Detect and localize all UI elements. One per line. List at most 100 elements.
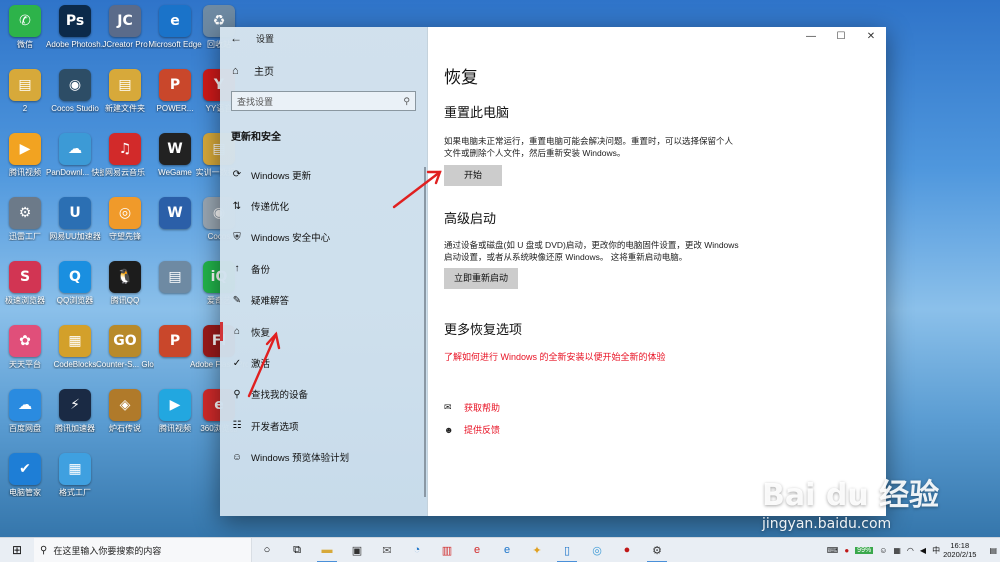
network-icon[interactable]: ▦ [893, 546, 901, 555]
desktop-app-icon: ▦ [59, 325, 91, 357]
sidebar-item-icon: ☷ [232, 420, 242, 432]
mail-icon[interactable]: ✉ [372, 538, 402, 562]
desktop-app-icon: U [59, 197, 91, 229]
sidebar-scrollbar[interactable] [424, 167, 426, 497]
desktop-icon[interactable]: ▦ 格式工厂 [46, 453, 104, 517]
settings-search-input[interactable]: 查找设置 ⚲ [231, 91, 416, 111]
task-view-icon[interactable]: ⧉ [282, 538, 312, 562]
file-explorer-icon[interactable]: ▬ [312, 538, 342, 562]
desktop-app-icon: JC [109, 5, 141, 37]
wifi-icon[interactable]: ◠ [907, 546, 914, 555]
desktop-app-icon: ▤ [159, 261, 191, 293]
desktop-app-icon: ◉ [59, 69, 91, 101]
desktop-app-icon: ◈ [109, 389, 141, 421]
desktop-app-icon: Q [59, 261, 91, 293]
sidebar-item-label: Windows 更新 [251, 170, 312, 182]
sidebar-item[interactable]: ☷ 开发者选项 [220, 410, 427, 441]
watermark-url: jingyan.baidu.com [762, 516, 892, 532]
sidebar-item-icon: ↑ [234, 263, 240, 275]
clock-date: 2020/2/15 [943, 550, 977, 559]
desktop-app-icon: ✿ [9, 325, 41, 357]
app-red-icon[interactable]: ▥ [432, 538, 462, 562]
system-tray: ⌨ ● 99% ☺ ▦ ◠ ◀ 中 16:18 2020/2/15 ▤ [824, 541, 1000, 559]
sidebar-item[interactable]: ↑ 备份 [220, 253, 427, 284]
keyboard-icon[interactable]: ⌨ [827, 546, 839, 555]
sidebar-item-icon: ⛨ [233, 231, 241, 243]
sidebar-item[interactable]: ⛨ Windows 安全中心 [220, 222, 427, 253]
windows-start-icon[interactable]: ⊞ [0, 543, 34, 557]
get-help-link[interactable]: ✉ 获取帮助 [444, 401, 886, 414]
advanced-startup-heading: 高级启动 [444, 211, 497, 226]
settings-gear-icon[interactable]: ⚙ [642, 538, 672, 562]
settings-sidebar: ← 设置 ⌂ 主页 查找设置 ⚲ 更新和安全 ⟳ Windows 更新 ⇅ 传递优化 ⛨… [220, 27, 428, 516]
desktop-app-icon: S [9, 261, 41, 293]
edge-icon[interactable]: e [492, 538, 522, 562]
sidebar-home[interactable]: ⌂ 主页 [220, 49, 427, 79]
sidebar-item-icon: ☺ [231, 451, 243, 463]
reset-heading: 重置此电脑 [444, 105, 510, 120]
desktop-app-icon: Ps [59, 5, 91, 37]
sidebar-item-label: 开发者选项 [251, 421, 299, 433]
sidebar-item[interactable]: ✓ 激活 [220, 347, 427, 378]
sidebar-item[interactable]: ✎ 疑难解答 [220, 285, 427, 316]
sidebar-item[interactable]: ⌂ 恢复 [220, 316, 427, 347]
clean-install-link[interactable]: 了解如何进行 Windows 的全新安装以便开始全新的体验 [444, 350, 886, 363]
baidu-watermark: Bai du 经验 jingyan.baidu.com [762, 470, 982, 532]
sidebar-item-icon: ⇅ [232, 200, 242, 212]
sidebar-item[interactable]: ⇅ 传递优化 [220, 190, 427, 221]
sidebar-nav: ⟳ Windows 更新 ⇅ 传递优化 ⛨ Windows 安全中心 ↑ 备份 ✎ 疑难解答 ⌂ 恢复… [220, 159, 427, 473]
settings-content: — ☐ ✕ 恢复 重置此电脑 如果电脑未正常运行，重置电脑可能会解决问题。重置时… [428, 27, 886, 516]
sidebar-item-label: 查找我的设备 [251, 390, 309, 402]
cortana-icon[interactable]: ○ [252, 538, 282, 562]
chat-help-icon: ✉ [444, 402, 452, 412]
desktop-icon-label: 格式工厂 [59, 488, 91, 497]
minimize-icon[interactable]: — [796, 27, 826, 47]
taskbar: ⊞ ⚲ 在这里输入你要搜索的内容 ○ ⧉ ▬ ▣ ✉ ◔ ▥ e e ✦ ▯ ◎… [0, 537, 1000, 562]
desktop-app-icon: ▤ [109, 69, 141, 101]
red-circle-app-icon[interactable]: ● [612, 538, 642, 562]
desktop-app-icon: W [159, 133, 191, 165]
feedback-icon: ☻ [444, 424, 454, 435]
settings-search-placeholder: 查找设置 [237, 96, 274, 107]
sidebar-item[interactable]: ⟳ Windows 更新 [220, 159, 427, 190]
taskbar-search-box[interactable]: ⚲ 在这里输入你要搜索的内容 [34, 537, 252, 562]
ime-indicator[interactable]: 中 [932, 545, 940, 556]
back-arrow-icon[interactable]: ← [230, 31, 242, 45]
sidebar-item[interactable]: ⚲ 查找我的设备 [220, 379, 427, 410]
sidebar-item-label: 疑难解答 [251, 296, 290, 308]
desktop-app-icon: ✆ [9, 5, 41, 37]
sidebar-item-label: Windows 安全中心 [251, 233, 331, 245]
sidebar-item-icon: ⚲ [233, 388, 241, 400]
feedback-link[interactable]: ☻ 提供反馈 [444, 423, 886, 436]
restart-now-button[interactable]: 立即重新启动 [444, 268, 519, 289]
search-icon: ⚲ [40, 544, 48, 556]
search-icon: ⚲ [403, 95, 410, 106]
desktop-app-icon: ▦ [59, 453, 91, 485]
desktop-app-icon: ☁ [59, 133, 91, 165]
volume-icon[interactable]: ◀ [920, 546, 926, 555]
photo-app-icon[interactable]: ✦ [522, 538, 552, 562]
desktop-app-icon: P [159, 325, 191, 357]
qq-tray-icon[interactable]: ☺ [879, 546, 887, 555]
maximize-icon[interactable]: ☐ [826, 27, 856, 47]
browser-360-icon[interactable]: e [462, 538, 492, 562]
notification-icon[interactable]: ▤ [989, 546, 997, 555]
sidebar-item[interactable]: ☺ Windows 预览体验计划 [220, 442, 427, 473]
cloud-app-icon[interactable]: ◎ [582, 538, 612, 562]
tray-app-icon[interactable]: ● [844, 546, 849, 555]
phone-app-icon[interactable]: ▯ [552, 538, 582, 562]
store-icon[interactable]: ▣ [342, 538, 372, 562]
battery-indicator[interactable]: 99% [855, 546, 874, 554]
desktop-app-icon: ⚙ [9, 197, 41, 229]
sidebar-item-icon: ⟳ [232, 169, 242, 181]
reset-start-button[interactable]: 开始 [444, 165, 503, 186]
sidebar-item-icon: ✓ [232, 357, 242, 369]
desktop-app-icon: ▶ [9, 133, 41, 165]
taskbar-clock[interactable]: 16:18 2020/2/15 [943, 541, 976, 559]
clock-app-icon[interactable]: ◔ [402, 538, 432, 562]
close-icon[interactable]: ✕ [856, 27, 886, 47]
window-titlebar: ← 设置 [220, 27, 427, 49]
taskbar-search-placeholder: 在这里输入你要搜索的内容 [53, 545, 162, 556]
desktop-app-icon: e [159, 5, 191, 37]
sidebar-item-label: 恢复 [251, 327, 271, 339]
